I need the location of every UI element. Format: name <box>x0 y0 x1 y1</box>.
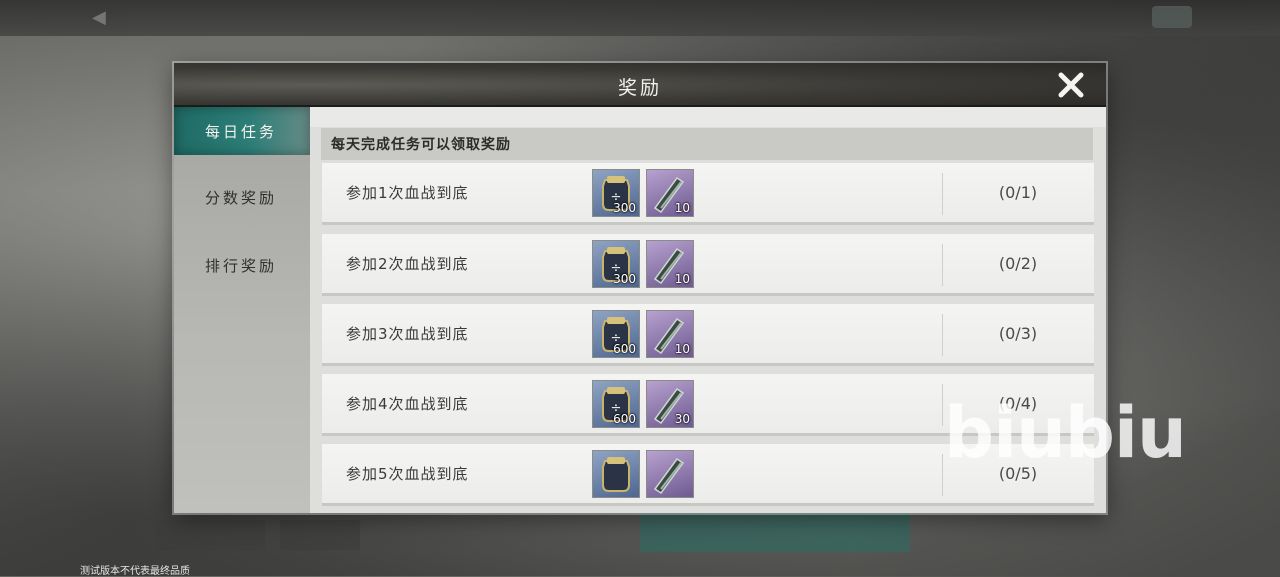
reward-quantity: 30 <box>674 412 690 426</box>
reward-quantity: 600 <box>613 412 636 426</box>
reward-quantity: 10 <box>674 342 690 356</box>
tab-daily-tasks[interactable]: 每日任务 <box>174 107 310 155</box>
footer-disclaimer: 测试版本不代表最终品质 <box>80 566 190 577</box>
dialog-title: 奖励 <box>617 77 662 99</box>
task-label: 参加2次血战到底 <box>346 255 469 273</box>
task-label: 参加4次血战到底 <box>346 395 469 413</box>
reward-item[interactable]: ÷ 300 <box>592 240 640 288</box>
reward-item[interactable]: 10 <box>646 169 694 217</box>
task-label: 参加3次血战到底 <box>346 325 469 343</box>
task-row: 参加2次血战到底 ÷ 300 10 (0/2) <box>322 234 1094 296</box>
reward-item[interactable] <box>592 450 640 498</box>
back-arrow-icon: ◀ <box>92 7 106 28</box>
background-button <box>280 520 360 550</box>
task-progress: (0/3) <box>998 324 1038 343</box>
tab-rank-rewards[interactable]: 排行奖励 <box>174 241 310 289</box>
info-banner: 每天完成任务可以领取奖励 <box>321 128 1093 160</box>
dialog-header: 奖励 <box>174 63 1106 107</box>
reward-item[interactable]: 30 <box>646 380 694 428</box>
tab-score-rewards[interactable]: 分数奖励 <box>174 173 310 221</box>
panel-top-edge <box>310 107 1106 127</box>
reward-quantity: 600 <box>613 342 636 356</box>
reward-item[interactable] <box>646 450 694 498</box>
tab-label: 分数奖励 <box>205 188 278 207</box>
reward-quantity: 300 <box>613 272 636 286</box>
close-button[interactable] <box>1054 68 1088 102</box>
background-top-bar: ◀ <box>0 0 1280 36</box>
tab-label: 每日任务 <box>205 122 278 141</box>
reward-quantity: 300 <box>613 201 636 215</box>
token-bag-icon <box>602 457 630 492</box>
background-button <box>155 520 265 550</box>
task-label: 参加5次血战到底 <box>346 465 469 483</box>
task-progress: (0/1) <box>998 183 1038 202</box>
reward-category-nav: 每日任务 分数奖励 排行奖励 <box>174 107 310 513</box>
reward-quantity: 10 <box>674 201 690 215</box>
reward-item[interactable]: ÷ 600 <box>592 380 640 428</box>
reward-item[interactable]: ÷ 600 <box>592 310 640 358</box>
background-top-right-button <box>1152 6 1192 28</box>
task-row: 参加1次血战到底 ÷ 300 10 (0/1) <box>322 163 1094 225</box>
watermark: biubiu <box>944 392 1187 474</box>
tab-label: 排行奖励 <box>205 256 278 275</box>
task-row: 参加3次血战到底 ÷ 600 10 (0/3) <box>322 304 1094 366</box>
reward-item[interactable]: 10 <box>646 310 694 358</box>
task-label: 参加1次血战到底 <box>346 184 469 202</box>
close-icon <box>1058 72 1084 98</box>
reward-item[interactable]: ÷ 300 <box>592 169 640 217</box>
task-progress: (0/2) <box>998 254 1038 273</box>
blade-scroll-icon <box>653 457 685 495</box>
reward-quantity: 10 <box>674 272 690 286</box>
background-start-button <box>640 510 910 552</box>
reward-item[interactable]: 10 <box>646 240 694 288</box>
